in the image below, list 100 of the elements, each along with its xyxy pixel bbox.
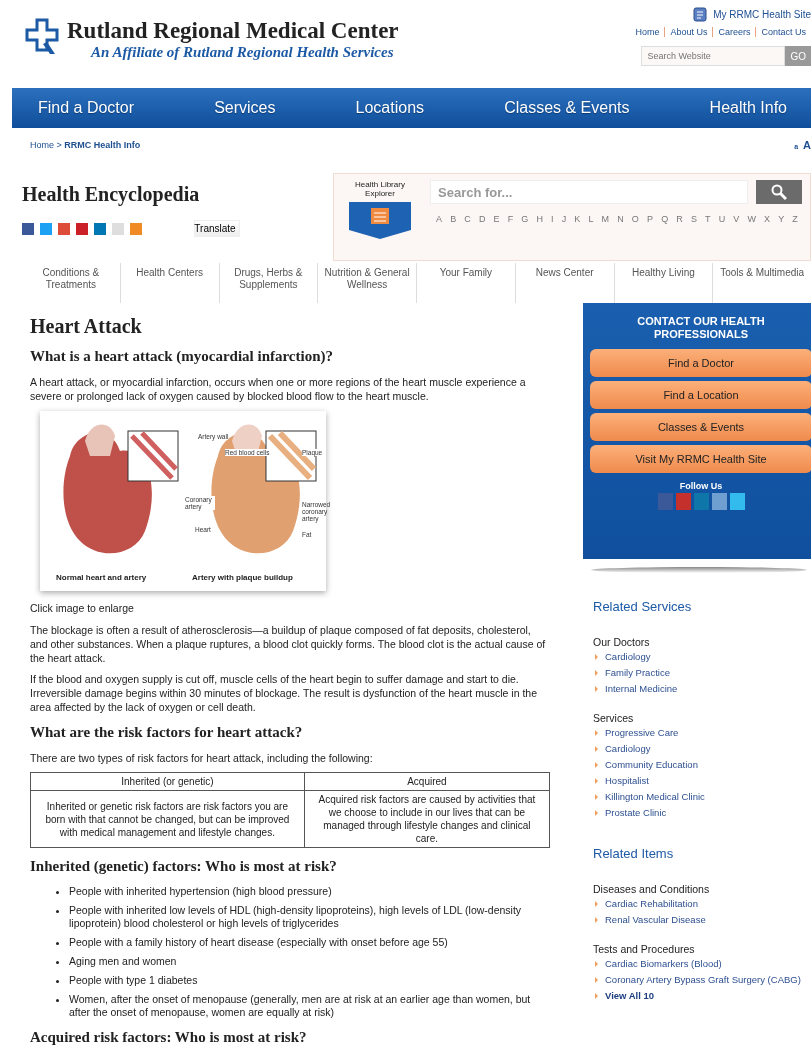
arrow-icon xyxy=(595,993,598,999)
list-item: People with inherited hypertension (high blood pressure) xyxy=(69,885,332,898)
list-item: People with type 1 diabetes xyxy=(69,974,198,987)
related-link[interactable]: Hospitalist xyxy=(605,775,649,786)
bullet-icon xyxy=(56,942,59,945)
contact-button[interactable]: Find a Location xyxy=(590,381,811,409)
category-tab[interactable]: Your Family xyxy=(416,263,515,303)
table-header-cell: Acquired xyxy=(304,772,550,791)
alphabet-link[interactable]: V xyxy=(733,214,740,224)
alphabet-link[interactable]: L xyxy=(588,214,594,224)
alphabet-link[interactable]: N xyxy=(617,214,624,224)
utility-link[interactable]: About Us xyxy=(664,27,713,37)
alphabet-link[interactable]: P xyxy=(647,214,653,224)
group-heading: Our Doctors xyxy=(593,636,651,648)
alphabet-link[interactable]: K xyxy=(574,214,581,224)
panel-title: CONTACT OUR HEALTH PROFESSIONALS xyxy=(636,315,766,341)
related-link[interactable]: Community Education xyxy=(605,759,698,770)
alphabet-link[interactable]: Z xyxy=(792,214,798,224)
alphabet-link[interactable]: D xyxy=(478,214,486,224)
alphabet-link[interactable]: X xyxy=(764,214,771,224)
nav-link[interactable]: Find a Doctor xyxy=(38,99,135,117)
category-tab[interactable]: Conditions & Treatments xyxy=(22,263,120,303)
arrow-icon xyxy=(595,670,598,676)
alphabet-link[interactable]: F xyxy=(507,214,514,224)
site-tagline: An Affiliate of Rutland Regional Health Services xyxy=(89,44,395,61)
alphabet-link[interactable]: R xyxy=(676,214,683,224)
alphabet-link[interactable]: I xyxy=(551,214,554,224)
nav-link[interactable]: Classes & Events xyxy=(504,99,630,117)
contact-button[interactable]: Classes & Events xyxy=(590,413,811,441)
alphabet-link[interactable]: W xyxy=(747,214,756,224)
arrow-icon xyxy=(595,654,598,660)
nav-link[interactable]: Services xyxy=(214,99,276,117)
arrow-icon xyxy=(595,794,598,800)
encyclopedia-search-field[interactable]: Search for... xyxy=(430,180,748,204)
table-header-cell: Inherited (or genetic) xyxy=(30,772,305,791)
page-section-title: Health Encyclopedia xyxy=(22,183,201,206)
alphabet-link[interactable]: U xyxy=(718,214,726,224)
contact-button[interactable]: Visit My RRMC Health Site xyxy=(590,445,811,473)
related-link[interactable]: Cardiac Biomarkers (Blood) xyxy=(605,958,722,969)
utility-link[interactable]: Contact Us xyxy=(755,27,811,37)
related-link[interactable]: Renal Vascular Disease xyxy=(605,914,706,925)
figure-note: Click image to enlarge xyxy=(30,601,135,615)
alphabet-link[interactable]: H xyxy=(536,214,543,224)
text-size-link[interactable]: A xyxy=(803,138,811,151)
category-tab[interactable]: Nutrition & General Wellness xyxy=(317,263,416,303)
related-link[interactable]: Cardiology xyxy=(605,743,651,754)
breadcrumb-separator: > xyxy=(55,139,63,150)
arrow-icon xyxy=(595,686,598,692)
alphabet-link[interactable]: Q xyxy=(661,214,669,224)
contact-button[interactable]: Find a Doctor xyxy=(590,349,811,377)
related-link[interactable]: Killington Medical Clinic xyxy=(605,791,705,802)
related-heading: Related Items xyxy=(593,846,675,861)
book-badge-icon xyxy=(347,200,413,240)
category-tab[interactable]: Health Centers xyxy=(119,263,219,303)
alphabet-link[interactable]: J xyxy=(561,214,567,224)
paragraph: There are two types of risk factors for heart attack, including the following: xyxy=(30,751,374,765)
document-icon xyxy=(693,7,708,22)
search-button[interactable] xyxy=(756,180,802,204)
alphabet-link[interactable]: G xyxy=(521,214,529,224)
category-tab[interactable]: Drugs, Herbs & Supplements xyxy=(218,263,318,303)
nav-link[interactable]: Locations xyxy=(355,99,425,117)
alphabet-link[interactable]: Y xyxy=(778,214,785,224)
portal-link[interactable]: My RRMC Health Site xyxy=(693,7,811,22)
related-link[interactable]: Prostate Clinic xyxy=(605,807,667,818)
group-heading: Services xyxy=(593,712,635,724)
related-link[interactable]: Cardiac Rehabilitation xyxy=(605,898,698,909)
related-link[interactable]: Progressive Care xyxy=(605,727,679,738)
list-item: People with inherited low levels of HDL (high-density lipoproteins), high levels of LDL (low-density lipoprotein) blood cholesterol or high levels of triglycerides xyxy=(69,904,523,930)
related-link[interactable]: Cardiology xyxy=(605,651,651,662)
breadcrumb-link[interactable]: RRMC Health Info xyxy=(64,139,141,150)
alphabet-link[interactable]: E xyxy=(493,214,500,224)
arrow-icon xyxy=(595,810,598,816)
nav-link[interactable]: Health Info xyxy=(709,99,787,117)
table-cell: Acquired risk factors are caused by activities that we choose to include in our lives that can be managed through lifestyle changes and clinical care. xyxy=(304,790,550,848)
alphabet-link[interactable]: M xyxy=(601,214,610,224)
breadcrumb-link[interactable]: Home xyxy=(30,139,54,150)
search-icon xyxy=(771,184,787,200)
bullet-icon xyxy=(56,999,59,1002)
search-field[interactable]: Search Website xyxy=(641,46,786,66)
alphabet-link[interactable]: S xyxy=(690,214,697,224)
translate-button[interactable]: Translate xyxy=(194,220,240,237)
paragraph: The blockage is often a result of atherosclerosis—a buildup of plaque composed of fat deposits, cholesterol, and other substances. When a plaque ruptures, a blood clot quickly forms. The blood clot is the actual cause of the heart attack. xyxy=(30,623,547,665)
related-link[interactable]: View All 10 xyxy=(605,990,655,1001)
alphabet-link[interactable]: T xyxy=(705,214,711,224)
utility-link[interactable]: Home xyxy=(630,27,665,37)
arrow-icon xyxy=(595,917,598,923)
alphabet-link[interactable]: O xyxy=(631,214,639,224)
related-link[interactable]: Coronary Artery Bypass Graft Surgery (CABG) xyxy=(605,974,801,985)
alphabet-link[interactable]: B xyxy=(450,214,457,224)
arrow-icon xyxy=(595,762,598,768)
cross-logo-icon xyxy=(25,18,61,56)
library-explorer-link[interactable]: Health Library Explorer xyxy=(342,180,418,254)
utility-link[interactable]: Careers xyxy=(712,27,756,37)
arrow-icon xyxy=(595,778,598,784)
related-link[interactable]: Family Practice xyxy=(605,667,670,678)
related-link[interactable]: Internal Medicine xyxy=(605,683,678,694)
bullet-icon xyxy=(56,910,59,913)
figure-caption: Normal heart and artery xyxy=(56,573,147,582)
alphabet-link[interactable]: C xyxy=(464,214,471,224)
alphabet-link[interactable]: A xyxy=(436,214,442,224)
